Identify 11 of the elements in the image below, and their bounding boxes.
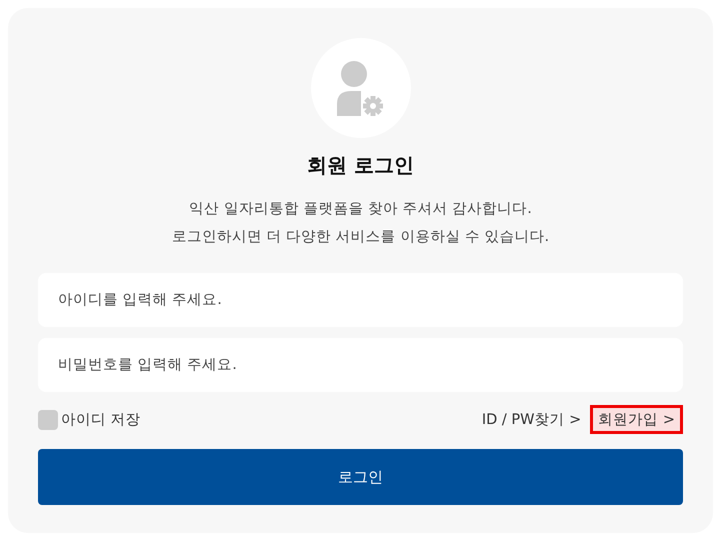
user-settings-icon — [336, 60, 384, 116]
input-field[interactable]: 아이디를 입력해 주세요. — [38, 273, 683, 327]
nav-link[interactable]: 회원가입 > — [590, 405, 683, 434]
checkbox-label: 아이디 저장 — [61, 411, 141, 429]
checkbox[interactable] — [38, 410, 58, 430]
description-text: 익산 일자리통합 플랫폼을 찾아 주셔서 감사합니다. — [189, 200, 532, 219]
description-text: 로그인하시면 더 다양한 서비스를 이용하실 수 있습니다. — [172, 228, 550, 247]
login-button[interactable]: 로그인 — [38, 449, 683, 505]
input-field[interactable]: 비밀번호를 입력해 주세요. — [38, 338, 683, 392]
nav-link[interactable]: ID / PW찾기 > — [476, 406, 586, 433]
page-title: 회원 로그인 — [307, 152, 414, 179]
